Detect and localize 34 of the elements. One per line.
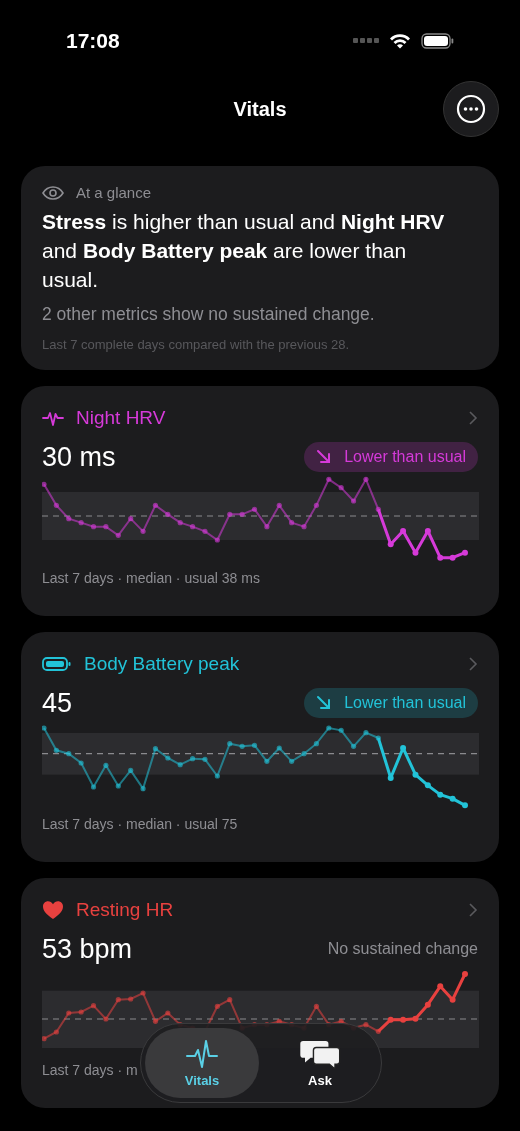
chevron-right-icon [468,902,478,918]
tab[interactable]: Ask [263,1028,377,1098]
trend-text: No sustained change [327,940,478,958]
heart-icon [42,900,64,920]
status-time: 17:08 [66,29,120,53]
more-icon [456,94,486,124]
wifi-icon [389,33,411,49]
battery-icon [42,654,72,674]
trend-badge: Lower than usual [304,688,478,718]
metric-value: 53 bpm [42,933,133,965]
signal-icon [353,38,379,44]
metric-card[interactable]: Night HRV 30 ms Lower than usual Last 7 days · median · usual 38 ms [21,386,499,616]
metric-value: 30 ms [42,441,116,473]
chevron-right-icon [468,410,478,426]
metric-value: 45 [42,687,73,719]
chevron-right-icon [468,656,478,672]
glance-label: At a glance [76,184,152,201]
metric-card[interactable]: Body Battery peak 45 Lower than usual Last 7 days · median · usual 75 [21,632,499,862]
pulse-icon [186,1038,218,1069]
trend-badge: Lower than usual [304,442,478,472]
screen-title: Vitals [233,97,287,121]
more-button[interactable] [443,81,499,137]
metric-title: Resting HR [76,899,175,921]
battery-icon [421,33,454,49]
metric-footer: Last 7 days · median · usual 38 ms [42,570,478,586]
detail-text: 2 other metrics show no sustained change. [42,304,376,325]
eye-icon [42,185,64,200]
metric-title: Night HRV [76,407,167,429]
summary-text: Stress is higher than usual and Night HRV and Body Battery peak are lower than usual. [42,209,446,293]
metric-footer: Last 7 days · median · usual 75 [42,816,478,832]
chat-bubbles-icon [298,1038,342,1069]
metric-title: Body Battery peak [84,653,241,675]
tab[interactable]: Vitals [145,1028,259,1098]
note-text: Last 7 complete days compared with the previous 28. [42,337,351,352]
